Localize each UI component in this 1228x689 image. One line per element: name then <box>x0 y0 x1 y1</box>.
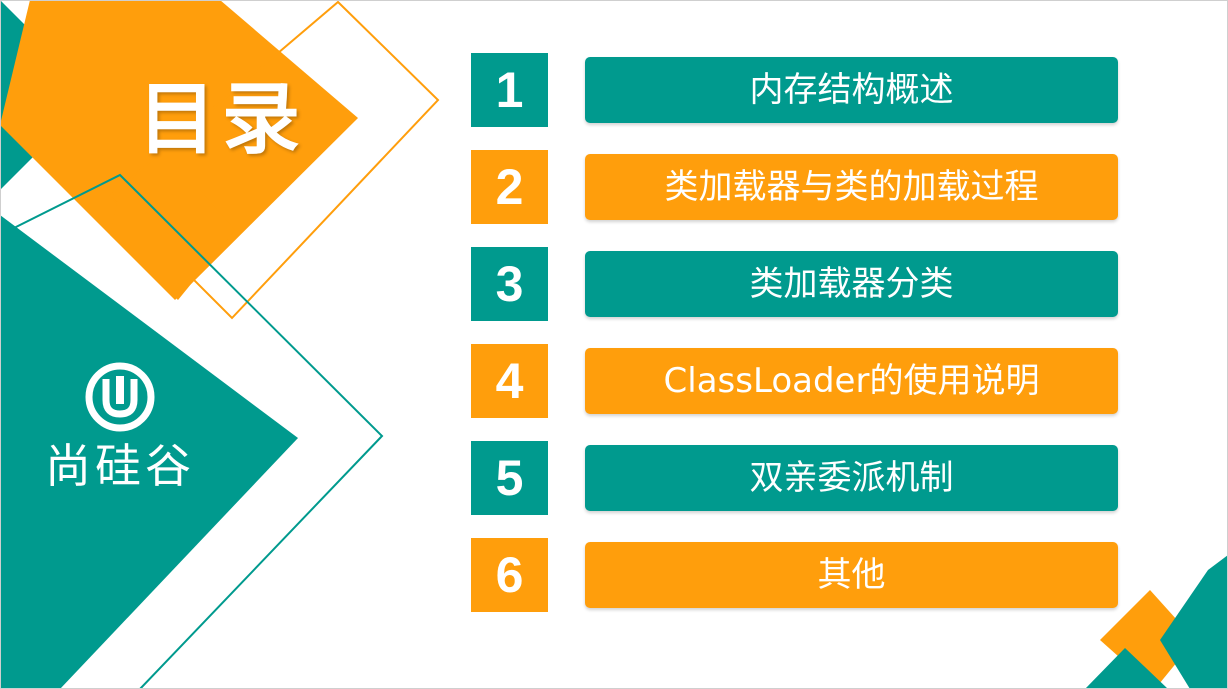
toc-label[interactable]: 类加载器与类的加载过程 <box>585 154 1118 220</box>
logo: 尚硅谷 <box>20 362 220 502</box>
toc-label[interactable]: 其他 <box>585 542 1118 608</box>
toc-number: 6 <box>471 538 548 612</box>
toc-item[interactable]: 1 内存结构概述 <box>471 53 1119 127</box>
toc-label[interactable]: 内存结构概述 <box>585 57 1118 123</box>
toc-number: 1 <box>471 53 548 127</box>
toc-label[interactable]: ClassLoader的使用说明 <box>585 348 1118 414</box>
slide: 目录 尚硅谷 1 内存结构概述 2 类加载器与类的加载过程 3 类加载器分类 4… <box>0 0 1228 689</box>
toc-item[interactable]: 5 双亲委派机制 <box>471 441 1119 515</box>
toc-list: 1 内存结构概述 2 类加载器与类的加载过程 3 类加载器分类 4 ClassL… <box>471 53 1119 635</box>
logo-text: 尚硅谷 <box>45 439 195 493</box>
toc-item[interactable]: 6 其他 <box>471 538 1119 612</box>
toc-number: 3 <box>471 247 548 321</box>
toc-number: 2 <box>471 150 548 224</box>
toc-item[interactable]: 2 类加载器与类的加载过程 <box>471 150 1119 224</box>
toc-item[interactable]: 3 类加载器分类 <box>471 247 1119 321</box>
toc-label[interactable]: 双亲委派机制 <box>585 445 1118 511</box>
toc-label[interactable]: 类加载器分类 <box>585 251 1118 317</box>
toc-number: 5 <box>471 441 548 515</box>
toc-number: 4 <box>471 344 548 418</box>
u-circle-logo-icon <box>85 362 155 432</box>
toc-item[interactable]: 4 ClassLoader的使用说明 <box>471 344 1119 418</box>
page-title: 目录 <box>138 75 307 165</box>
